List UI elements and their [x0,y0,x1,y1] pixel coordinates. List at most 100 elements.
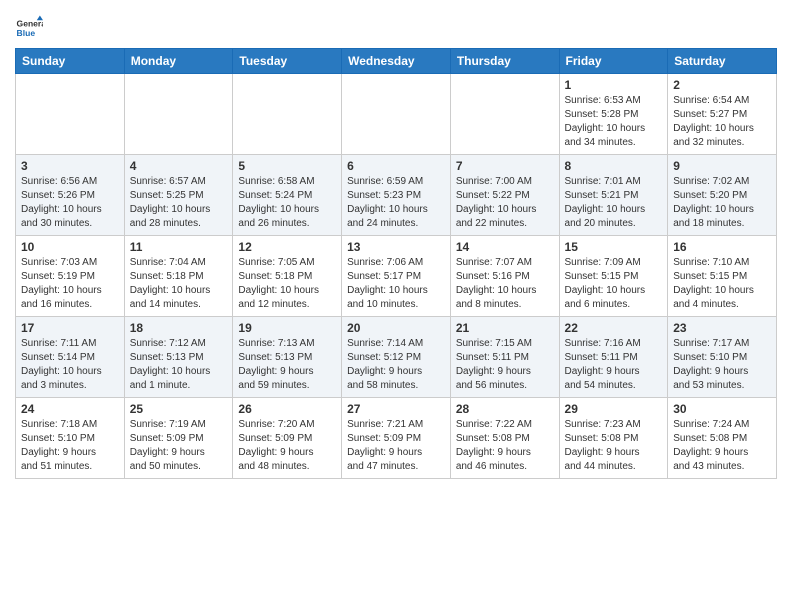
day-number: 22 [565,321,663,335]
day-info: Sunrise: 7:20 AM Sunset: 5:09 PM Dayligh… [238,418,336,474]
calendar-week-row: 1 Sunrise: 6:53 AM Sunset: 5:28 PM Daylig… [16,74,777,155]
day-info: Sunrise: 7:07 AM Sunset: 5:16 PM Dayligh… [456,256,554,312]
weekday-header-sunday: Sunday [16,49,125,74]
day-number: 5 [238,159,336,173]
weekday-header-tuesday: Tuesday [233,49,342,74]
calendar-cell: 12 Sunrise: 7:05 AM Sunset: 5:18 PM Dayli… [233,236,342,317]
calendar-cell: 21 Sunrise: 7:15 AM Sunset: 5:11 PM Dayli… [450,317,559,398]
day-info: Sunrise: 7:01 AM Sunset: 5:21 PM Dayligh… [565,175,663,231]
calendar-cell: 2Sunrise: 6:54 AM Sunset: 5:27 PM Daylig… [668,74,777,155]
calendar-cell: 4 Sunrise: 6:57 AM Sunset: 5:25 PM Daylig… [124,155,233,236]
day-info: Sunrise: 6:53 AM Sunset: 5:28 PM Dayligh… [565,94,663,150]
day-number: 4 [130,159,228,173]
calendar-cell: 6 Sunrise: 6:59 AM Sunset: 5:23 PM Daylig… [342,155,451,236]
day-info: Sunrise: 7:10 AM Sunset: 5:15 PM Dayligh… [673,256,771,312]
day-info: Sunrise: 7:22 AM Sunset: 5:08 PM Dayligh… [456,418,554,474]
calendar-cell: 10 Sunrise: 7:03 AM Sunset: 5:19 PM Dayli… [16,236,125,317]
day-number: 27 [347,402,445,416]
calendar-cell: 20 Sunrise: 7:14 AM Sunset: 5:12 PM Dayli… [342,317,451,398]
day-info: Sunrise: 7:03 AM Sunset: 5:19 PM Dayligh… [21,256,119,312]
day-info: Sunrise: 7:06 AM Sunset: 5:17 PM Dayligh… [347,256,445,312]
day-number: 30 [673,402,771,416]
day-info: Sunrise: 7:12 AM Sunset: 5:13 PM Dayligh… [130,337,228,393]
calendar-header-row: SundayMondayTuesdayWednesdayThursdayFrid… [16,49,777,74]
calendar-cell [124,74,233,155]
weekday-header-saturday: Saturday [668,49,777,74]
calendar-week-row: 17 Sunrise: 7:11 AM Sunset: 5:14 PM Dayli… [16,317,777,398]
calendar-table: SundayMondayTuesdayWednesdayThursdayFrid… [15,48,777,479]
calendar-cell: 13 Sunrise: 7:06 AM Sunset: 5:17 PM Dayli… [342,236,451,317]
day-info: Sunrise: 6:57 AM Sunset: 5:25 PM Dayligh… [130,175,228,231]
day-info: Sunrise: 7:05 AM Sunset: 5:18 PM Dayligh… [238,256,336,312]
calendar-cell [342,74,451,155]
calendar-cell: 28Sunrise: 7:22 AM Sunset: 5:08 PM Dayli… [450,398,559,479]
calendar-cell [16,74,125,155]
day-info: Sunrise: 7:15 AM Sunset: 5:11 PM Dayligh… [456,337,554,393]
calendar-cell: 24 Sunrise: 7:18 AM Sunset: 5:10 PM Dayli… [16,398,125,479]
calendar-cell: 29 Sunrise: 7:23 AM Sunset: 5:08 PM Dayli… [559,398,668,479]
day-info: Sunrise: 6:58 AM Sunset: 5:24 PM Dayligh… [238,175,336,231]
calendar-cell: 26Sunrise: 7:20 AM Sunset: 5:09 PM Dayli… [233,398,342,479]
calendar-cell: 1 Sunrise: 6:53 AM Sunset: 5:28 PM Daylig… [559,74,668,155]
calendar-cell: 16 Sunrise: 7:10 AM Sunset: 5:15 PM Dayli… [668,236,777,317]
day-number: 13 [347,240,445,254]
day-number: 12 [238,240,336,254]
weekday-header-wednesday: Wednesday [342,49,451,74]
calendar-cell: 8 Sunrise: 7:01 AM Sunset: 5:21 PM Daylig… [559,155,668,236]
day-number: 11 [130,240,228,254]
day-number: 29 [565,402,663,416]
day-number: 2 [673,78,771,92]
calendar-cell: 30 Sunrise: 7:24 AM Sunset: 5:08 PM Dayli… [668,398,777,479]
day-info: Sunrise: 7:14 AM Sunset: 5:12 PM Dayligh… [347,337,445,393]
calendar-cell: 27Sunrise: 7:21 AM Sunset: 5:09 PM Dayli… [342,398,451,479]
day-number: 3 [21,159,119,173]
calendar-cell: 3 Sunrise: 6:56 AM Sunset: 5:26 PM Daylig… [16,155,125,236]
day-info: Sunrise: 7:19 AM Sunset: 5:09 PM Dayligh… [130,418,228,474]
day-info: Sunrise: 7:16 AM Sunset: 5:11 PM Dayligh… [565,337,663,393]
svg-text:Blue: Blue [17,28,36,38]
calendar-week-row: 3 Sunrise: 6:56 AM Sunset: 5:26 PM Daylig… [16,155,777,236]
day-info: Sunrise: 7:13 AM Sunset: 5:13 PM Dayligh… [238,337,336,393]
calendar-cell: 17 Sunrise: 7:11 AM Sunset: 5:14 PM Dayli… [16,317,125,398]
day-info: Sunrise: 6:59 AM Sunset: 5:23 PM Dayligh… [347,175,445,231]
calendar-cell: 15Sunrise: 7:09 AM Sunset: 5:15 PM Dayli… [559,236,668,317]
day-number: 1 [565,78,663,92]
day-number: 8 [565,159,663,173]
calendar-cell [450,74,559,155]
day-number: 6 [347,159,445,173]
calendar-cell [233,74,342,155]
day-number: 7 [456,159,554,173]
calendar-cell: 9 Sunrise: 7:02 AM Sunset: 5:20 PM Daylig… [668,155,777,236]
day-info: Sunrise: 7:00 AM Sunset: 5:22 PM Dayligh… [456,175,554,231]
day-info: Sunrise: 7:04 AM Sunset: 5:18 PM Dayligh… [130,256,228,312]
weekday-header-monday: Monday [124,49,233,74]
day-number: 17 [21,321,119,335]
calendar-cell: 23Sunrise: 7:17 AM Sunset: 5:10 PM Dayli… [668,317,777,398]
day-number: 14 [456,240,554,254]
calendar-cell: 19Sunrise: 7:13 AM Sunset: 5:13 PM Dayli… [233,317,342,398]
day-info: Sunrise: 7:11 AM Sunset: 5:14 PM Dayligh… [21,337,119,393]
day-number: 15 [565,240,663,254]
day-number: 10 [21,240,119,254]
calendar-cell: 25 Sunrise: 7:19 AM Sunset: 5:09 PM Dayli… [124,398,233,479]
day-info: Sunrise: 7:02 AM Sunset: 5:20 PM Dayligh… [673,175,771,231]
day-number: 21 [456,321,554,335]
day-number: 16 [673,240,771,254]
logo: General Blue [15,14,43,42]
day-number: 23 [673,321,771,335]
calendar-cell: 22 Sunrise: 7:16 AM Sunset: 5:11 PM Dayli… [559,317,668,398]
calendar-week-row: 24 Sunrise: 7:18 AM Sunset: 5:10 PM Dayli… [16,398,777,479]
calendar-week-row: 10 Sunrise: 7:03 AM Sunset: 5:19 PM Dayli… [16,236,777,317]
page-header: General Blue [15,10,777,42]
day-number: 9 [673,159,771,173]
day-info: Sunrise: 7:23 AM Sunset: 5:08 PM Dayligh… [565,418,663,474]
day-number: 20 [347,321,445,335]
calendar-cell: 14 Sunrise: 7:07 AM Sunset: 5:16 PM Dayli… [450,236,559,317]
calendar-cell: 18Sunrise: 7:12 AM Sunset: 5:13 PM Dayli… [124,317,233,398]
day-number: 25 [130,402,228,416]
day-info: Sunrise: 7:24 AM Sunset: 5:08 PM Dayligh… [673,418,771,474]
day-info: Sunrise: 6:56 AM Sunset: 5:26 PM Dayligh… [21,175,119,231]
calendar-cell: 5 Sunrise: 6:58 AM Sunset: 5:24 PM Daylig… [233,155,342,236]
day-number: 24 [21,402,119,416]
day-info: Sunrise: 7:18 AM Sunset: 5:10 PM Dayligh… [21,418,119,474]
